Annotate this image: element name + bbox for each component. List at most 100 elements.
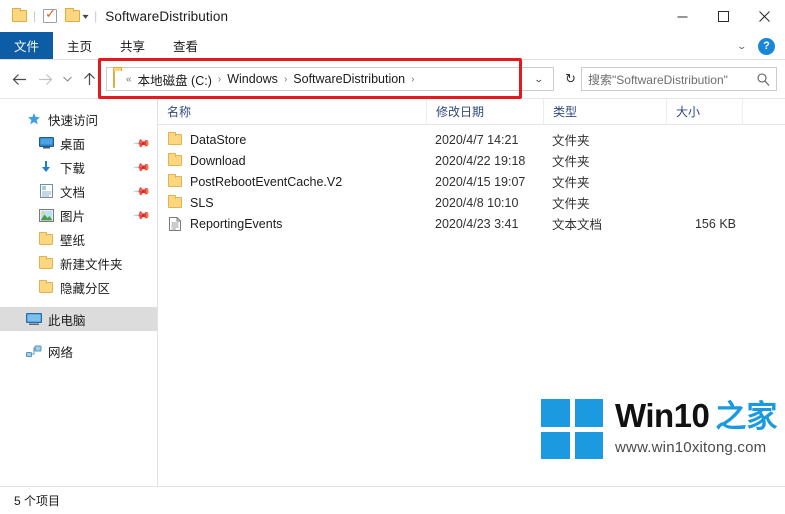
file-name-cell[interactable]: DataStore [158, 132, 426, 148]
navigation-pane: 快速访问 桌面 📌 下载 📌 文档 📌 图片 📌 壁纸 新建文件夹 隐藏分区 此… [0, 99, 158, 486]
breadcrumb-separator-1[interactable]: › [212, 74, 227, 85]
sidebar-item-label: 此电脑 [48, 313, 86, 328]
address-bar-tail: ⌄ [528, 74, 550, 85]
star-icon [26, 111, 42, 127]
file-name-label: SLS [190, 195, 214, 210]
pin-icon[interactable]: 📌 [133, 158, 152, 176]
expand-ribbon-icon[interactable]: ⌄ [729, 41, 756, 52]
folder-icon [38, 255, 54, 271]
breadcrumb-separator-2[interactable]: › [278, 74, 293, 85]
file-name-label: ReportingEvents [190, 216, 283, 231]
file-name-cell[interactable]: SLS [158, 195, 426, 211]
sidebar-item-new-folder[interactable]: 新建文件夹 [0, 251, 157, 275]
sidebar-item-label: 隐藏分区 [60, 281, 111, 296]
minimize-button[interactable] [662, 0, 703, 32]
file-name-label: PostRebootEventCache.V2 [190, 174, 343, 189]
up-button[interactable] [76, 66, 102, 92]
sidebar-item-wallpaper[interactable]: 壁纸 [0, 227, 157, 251]
watermark-url: www.win10xitong.com [615, 439, 767, 456]
save-icon[interactable] [8, 5, 30, 27]
column-header-filler [742, 98, 785, 125]
sidebar-item-this-pc[interactable]: 此电脑 [0, 307, 157, 331]
desktop-icon [38, 135, 54, 151]
back-button[interactable] [6, 66, 32, 92]
pictures-icon [38, 207, 54, 223]
pin-icon[interactable]: 📌 [133, 182, 152, 200]
forward-button[interactable] [32, 66, 58, 92]
sidebar-item-hidden-partition[interactable]: 隐藏分区 [0, 275, 157, 299]
file-date-cell: 2020/4/7 14:21 [435, 132, 519, 147]
column-header-size[interactable]: 大小 [666, 98, 742, 125]
tab-home[interactable]: 主页 [53, 32, 106, 59]
close-button[interactable] [744, 0, 785, 32]
file-type-cell: 文本文档 [552, 218, 603, 232]
file-type-cell: 文件夹 [552, 176, 590, 190]
breadcrumb-item-drive[interactable]: 本地磁盘 (C:) [138, 70, 212, 89]
sidebar-item-network[interactable]: 网络 [0, 339, 157, 363]
sidebar-item-documents[interactable]: 文档 📌 [0, 179, 157, 203]
sidebar-item-label: 网络 [48, 345, 74, 360]
maximize-button[interactable] [703, 0, 744, 32]
breadcrumb-separator-3[interactable]: › [405, 74, 420, 85]
sidebar-item-label: 图片 [60, 209, 86, 224]
tab-view[interactable]: 查看 [159, 32, 212, 59]
search-icon[interactable] [757, 72, 770, 86]
table-row[interactable]: PostRebootEventCache.V2 2020/4/15 19:07 … [158, 171, 785, 192]
tab-file[interactable]: 文件 [0, 32, 54, 59]
file-type-cell: 文件夹 [552, 134, 590, 148]
breadcrumb-item-softwaredistribution[interactable]: SoftwareDistribution [293, 72, 405, 86]
watermark-brand: Win10 [615, 397, 710, 434]
folder-icon [167, 153, 183, 169]
file-rows: DataStore 2020/4/7 14:21 文件夹 Download 20… [158, 125, 785, 234]
file-name-cell[interactable]: Download [158, 153, 426, 169]
toolbar-divider: | [33, 9, 37, 23]
ribbon-right-controls: ⌄ ? [732, 32, 781, 60]
table-row[interactable]: SLS 2020/4/8 10:10 文件夹 [158, 192, 785, 213]
column-header-type[interactable]: 类型 [543, 98, 666, 125]
item-count-label: 5 个项目 [14, 494, 61, 508]
sidebar-item-downloads[interactable]: 下载 📌 [0, 155, 157, 179]
table-row[interactable]: Download 2020/4/22 19:18 文件夹 [158, 150, 785, 171]
folder-icon [38, 279, 54, 295]
chevron-down-icon[interactable]: ▾ [81, 12, 93, 21]
folder-icon [38, 231, 54, 247]
watermark-text: Win10 之家 www.win10xitong.com [615, 399, 777, 456]
folder-icon [167, 132, 183, 148]
column-header-name[interactable]: 名称 [158, 99, 426, 125]
file-name-label: DataStore [190, 132, 247, 147]
table-row[interactable]: DataStore 2020/4/7 14:21 文件夹 [158, 129, 785, 150]
column-header-row: 名称 修改日期 类型 大小 [158, 98, 785, 125]
search-input[interactable]: 搜索"SoftwareDistribution" [588, 71, 757, 88]
properties-icon[interactable] [39, 5, 61, 27]
file-type-cell: 文件夹 [552, 155, 590, 169]
help-icon[interactable]: ? [758, 37, 775, 55]
file-name-label: Download [190, 153, 246, 168]
address-folder-icon [113, 69, 115, 88]
recent-locations-icon[interactable] [58, 66, 76, 92]
address-dropdown-icon[interactable]: ⌄ [523, 74, 553, 85]
file-name-cell[interactable]: ReportingEvents [158, 216, 426, 232]
file-date-cell: 2020/4/15 19:07 [435, 174, 526, 189]
sidebar-item-pictures[interactable]: 图片 📌 [0, 203, 157, 227]
textfile-icon [167, 216, 183, 232]
file-date-cell: 2020/4/22 19:18 [435, 153, 526, 168]
breadcrumb-overflow-icon[interactable]: « [120, 74, 138, 85]
file-name-cell[interactable]: PostRebootEventCache.V2 [158, 174, 426, 190]
computer-icon [26, 311, 42, 327]
pin-icon[interactable]: 📌 [133, 134, 152, 152]
column-header-date[interactable]: 修改日期 [426, 98, 543, 125]
quick-access-toolbar: | ▾ | [0, 5, 100, 27]
breadcrumb-item-windows[interactable]: Windows [227, 72, 278, 86]
network-icon [26, 343, 42, 359]
address-bar[interactable]: « 本地磁盘 (C:) › Windows › SoftwareDistribu… [106, 67, 555, 91]
table-row[interactable]: ReportingEvents 2020/4/23 3:41 文本文档 156 … [158, 213, 785, 234]
refresh-icon[interactable]: ↻ [560, 71, 581, 87]
sidebar-item-desktop[interactable]: 桌面 📌 [0, 131, 157, 155]
sidebar-item-quick-access[interactable]: 快速访问 [0, 107, 157, 131]
tab-share[interactable]: 共享 [106, 32, 159, 59]
status-bar: 5 个项目 [0, 486, 785, 514]
new-folder-icon[interactable] [61, 5, 83, 27]
search-box[interactable]: 搜索"SoftwareDistribution" [581, 67, 777, 91]
sidebar-item-label: 文档 [60, 185, 86, 200]
pin-icon[interactable]: 📌 [133, 206, 152, 224]
